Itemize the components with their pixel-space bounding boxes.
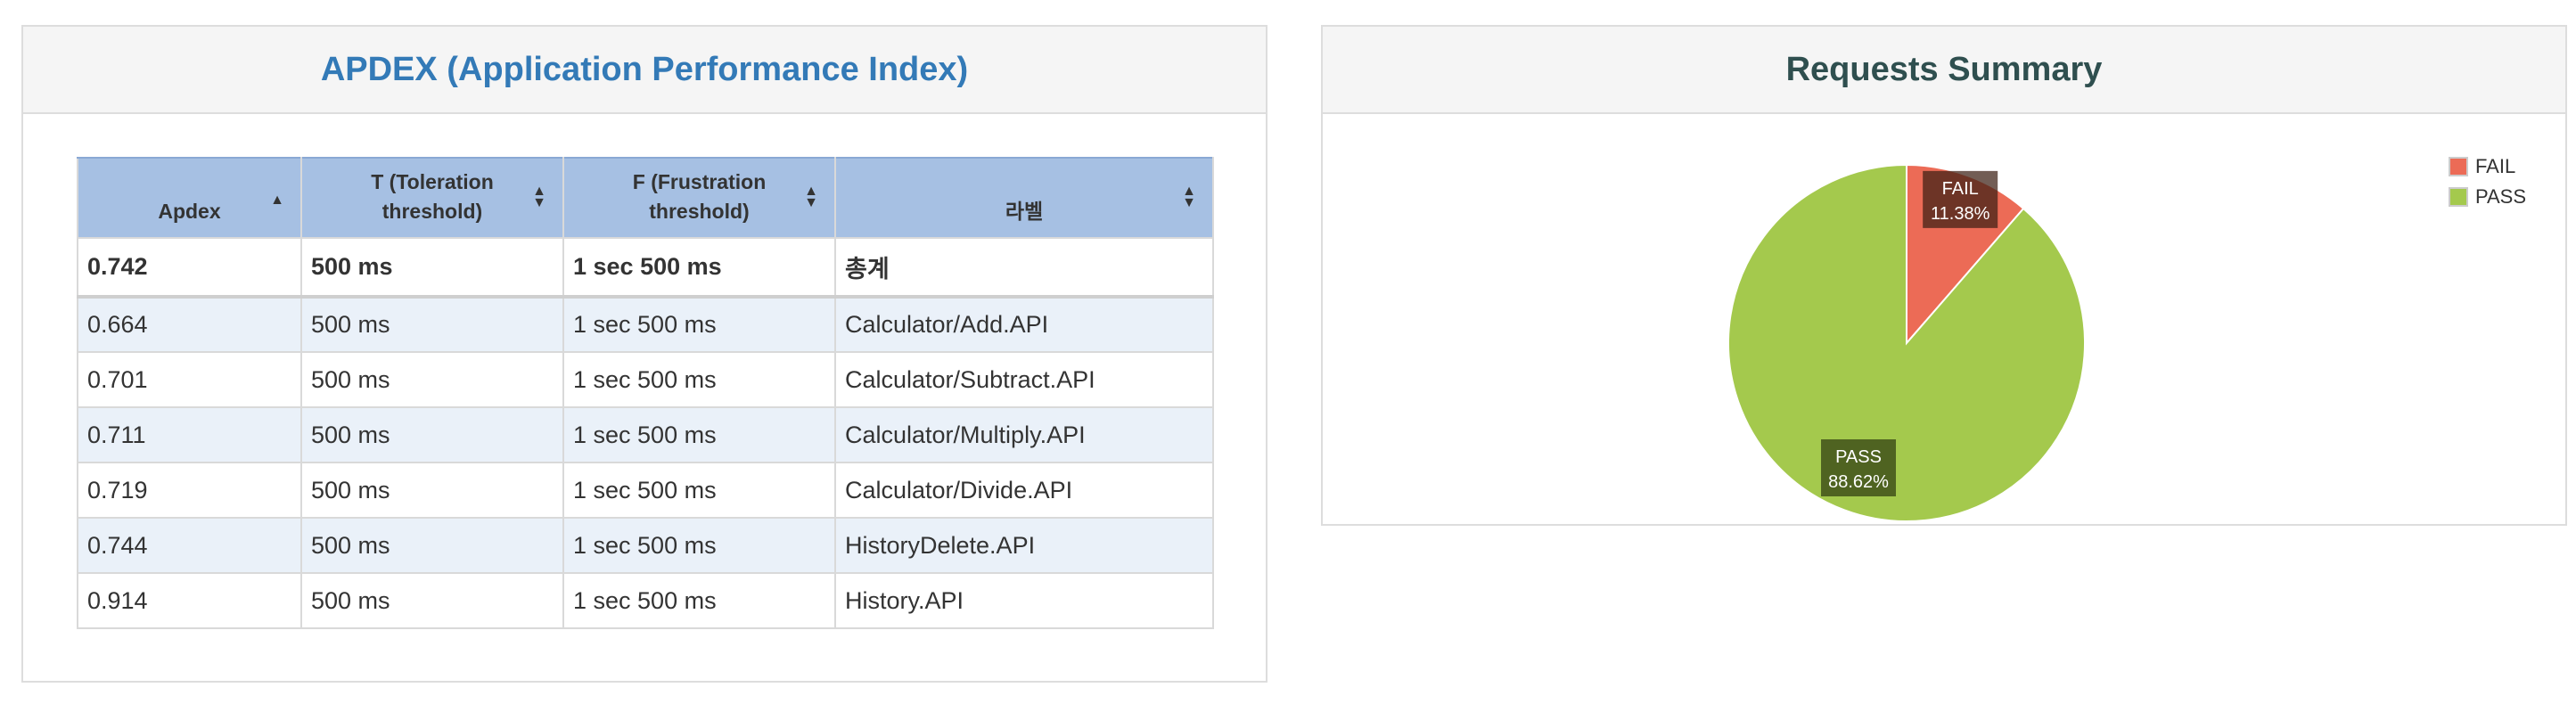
table-row: 0.711 500 ms 1 sec 500 ms Calculator/Mul… [77,406,1214,463]
cell-t: 500 ms [300,406,564,463]
sort-icon: ▲ ▼ [804,184,818,210]
summary-title: Requests Summary [1323,27,2565,114]
cell-apdex: 0.701 [77,351,302,408]
cell-label: Calculator/Add.API [834,296,1214,353]
cell-t: 500 ms [300,462,564,519]
table-row: 0.719 500 ms 1 sec 500 ms Calculator/Div… [77,462,1214,519]
cell-apdex: 0.664 [77,296,302,353]
pie-label-fail: FAIL 11.38% [1923,170,1998,228]
cell-label: Calculator/Subtract.API [834,351,1214,408]
cell-label: Calculator/Divide.API [834,462,1214,519]
legend-label-pass: PASS [2474,185,2526,208]
cell-t: 500 ms [300,351,564,408]
pie-chart-svg: FAIL 11.38% PASS 88.62% [1727,163,2086,522]
table-row: 0.664 500 ms 1 sec 500 ms Calculator/Add… [77,296,1214,353]
cell-f: 1 sec 500 ms [562,296,836,353]
chart-legend: FAIL PASS [2448,151,2526,212]
column-header-toleration[interactable]: T (Toleration threshold) ▲ ▼ [300,157,564,239]
column-header-label[interactable]: 라벨 ▲ ▼ [834,157,1214,239]
legend-swatch-pass [2448,187,2468,207]
cell-t: 500 ms [300,296,564,353]
requests-summary-panel: Requests Summary FAIL 11.38% PASS 88.62% FA… [1321,25,2567,526]
cell-apdex: 0.744 [77,517,302,574]
apdex-table: Apdex ▲ T (Toleration threshold) ▲ ▼ F (F… [77,157,1214,629]
cell-apdex: 0.711 [77,406,302,463]
column-header-frustration[interactable]: F (Frustration threshold) ▲ ▼ [562,157,836,239]
pie-chart: FAIL 11.38% PASS 88.62% [1323,112,2569,528]
pie-label-name: PASS [1835,447,1882,467]
pie-label-value: 11.38% [1931,204,1990,224]
cell-f: 1 sec 500 ms [562,462,836,519]
sort-icon: ▲ ▼ [1182,184,1196,210]
cell-f: 1 sec 500 ms [562,237,836,299]
cell-apdex: 0.914 [77,572,302,629]
pie-slice-pass[interactable] [1727,163,2086,522]
cell-t: 500 ms [300,237,564,299]
cell-label: Calculator/Multiply.API [834,406,1214,463]
cell-t: 500 ms [300,517,564,574]
column-header-apdex[interactable]: Apdex ▲ [77,157,302,239]
cell-f: 1 sec 500 ms [562,572,836,629]
apdex-title: APDEX (Application Performance Index) [23,27,1266,114]
pie-label-value: 88.62% [1828,472,1889,492]
table-row: 0.914 500 ms 1 sec 500 ms History.API [77,572,1214,629]
apdex-panel: APDEX (Application Performance Index) Ap… [21,25,1267,683]
pie-label-pass: PASS 88.62% [1821,439,1896,496]
table-row: 0.701 500 ms 1 sec 500 ms Calculator/Sub… [77,351,1214,408]
cell-t: 500 ms [300,572,564,629]
cell-f: 1 sec 500 ms [562,406,836,463]
sort-icon: ▲ ▼ [532,184,546,210]
legend-swatch-fail [2448,157,2468,176]
cell-f: 1 sec 500 ms [562,351,836,408]
cell-apdex: 0.742 [77,237,302,299]
cell-f: 1 sec 500 ms [562,517,836,574]
legend-item-fail[interactable]: FAIL [2448,151,2526,182]
cell-label: History.API [834,572,1214,629]
cell-label: 총계 [834,237,1214,299]
pie-label-name: FAIL [1942,179,1979,199]
legend-label-fail: FAIL [2474,155,2516,177]
cell-apdex: 0.719 [77,462,302,519]
table-row: 0.744 500 ms 1 sec 500 ms HistoryDelete.… [77,517,1214,574]
sort-ascending-icon: ▲ [270,192,284,208]
cell-label: HistoryDelete.API [834,517,1214,574]
legend-item-pass[interactable]: PASS [2448,182,2526,212]
table-row-total: 0.742 500 ms 1 sec 500 ms 총계 [77,237,1214,299]
